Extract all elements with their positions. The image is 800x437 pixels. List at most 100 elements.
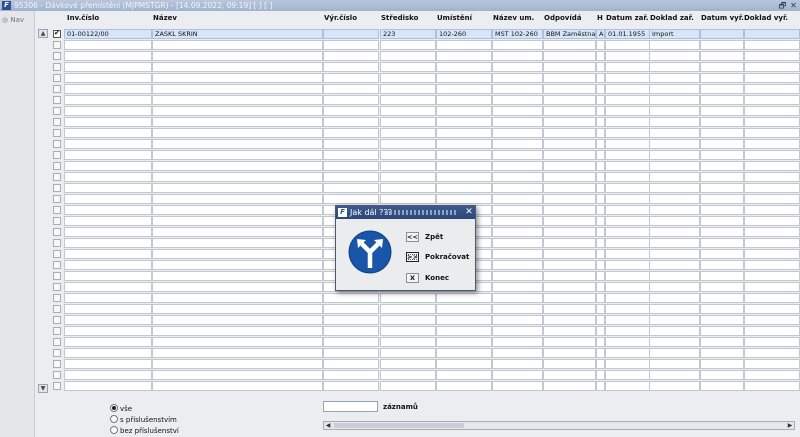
cell-nazev-um[interactable] <box>492 51 543 61</box>
cell-nazev-um[interactable] <box>492 238 543 248</box>
cell-vyr-cislo[interactable] <box>323 40 379 50</box>
cell-stredisko[interactable] <box>380 106 436 116</box>
cell-datum-zar[interactable] <box>605 95 650 105</box>
table-row[interactable] <box>35 326 800 337</box>
cell-doklad-zar[interactable] <box>649 62 700 72</box>
cell-doklad-zar[interactable] <box>649 282 700 292</box>
cell-datum-vyr[interactable] <box>700 381 744 391</box>
cell-inv-cislo[interactable] <box>64 370 152 380</box>
cell-nazev-um[interactable] <box>492 172 543 182</box>
cell-stredisko[interactable] <box>380 337 436 347</box>
cell-h[interactable] <box>596 304 605 314</box>
cell-doklad-vyr[interactable] <box>744 205 800 215</box>
row-checkbox[interactable] <box>53 184 61 192</box>
cell-doklad-zar[interactable] <box>649 84 700 94</box>
cell-doklad-vyr[interactable] <box>744 139 800 149</box>
sidebar-item-nav[interactable]: ◎ Nav <box>2 16 24 24</box>
cell-datum-zar[interactable] <box>605 216 650 226</box>
cell-doklad-zar[interactable] <box>649 73 700 83</box>
cell-datum-zar[interactable] <box>605 370 650 380</box>
cell-doklad-vyr[interactable] <box>744 128 800 138</box>
cell-datum-zar[interactable] <box>605 238 650 248</box>
cell-odpovida[interactable] <box>543 172 596 182</box>
scroll-up-button[interactable]: ▲ <box>38 29 48 38</box>
cell-odpovida[interactable] <box>543 337 596 347</box>
cell-odpovida[interactable] <box>543 128 596 138</box>
cell-datum-vyr[interactable] <box>700 216 744 226</box>
cell-nazev-um[interactable] <box>492 216 543 226</box>
column-header-umisteni[interactable]: Umístění <box>437 14 492 22</box>
cell-datum-zar[interactable] <box>605 282 650 292</box>
cell-h[interactable] <box>596 161 605 171</box>
dialog-close-button[interactable]: ✕ <box>464 207 474 217</box>
cell-inv-cislo[interactable] <box>64 271 152 281</box>
row-checkbox[interactable] <box>53 327 61 335</box>
row-checkbox[interactable] <box>53 52 61 60</box>
cell-vyr-cislo[interactable] <box>323 183 379 193</box>
row-checkbox[interactable] <box>53 85 61 93</box>
cell-datum-zar[interactable] <box>605 117 650 127</box>
cell-h[interactable] <box>596 216 605 226</box>
row-checkbox[interactable] <box>53 162 61 170</box>
cell-h[interactable] <box>596 172 605 182</box>
cell-umisteni[interactable] <box>436 337 492 347</box>
cell-stredisko[interactable] <box>380 51 436 61</box>
cell-nazev[interactable] <box>152 370 323 380</box>
cell-stredisko[interactable] <box>380 62 436 72</box>
row-checkbox[interactable] <box>53 338 61 346</box>
cell-inv-cislo[interactable] <box>64 161 152 171</box>
table-row[interactable] <box>35 315 800 326</box>
cell-inv-cislo[interactable] <box>64 139 152 149</box>
row-checkbox[interactable] <box>53 195 61 203</box>
cell-inv-cislo[interactable] <box>64 304 152 314</box>
cell-nazev-um[interactable]: MST 102-260 <box>492 29 543 39</box>
cell-inv-cislo[interactable] <box>64 73 152 83</box>
cell-nazev[interactable] <box>152 172 323 182</box>
cell-umisteni[interactable] <box>436 84 492 94</box>
cell-nazev-um[interactable] <box>492 271 543 281</box>
table-row[interactable] <box>35 194 800 205</box>
cell-inv-cislo[interactable] <box>64 238 152 248</box>
cell-h[interactable] <box>596 194 605 204</box>
cell-umisteni[interactable] <box>436 348 492 358</box>
cell-umisteni[interactable] <box>436 117 492 127</box>
radio-selected-icon[interactable] <box>110 404 118 412</box>
cell-doklad-zar[interactable] <box>649 326 700 336</box>
cell-stredisko[interactable] <box>380 348 436 358</box>
cell-vyr-cislo[interactable] <box>323 172 379 182</box>
cell-doklad-zar[interactable] <box>649 293 700 303</box>
cell-inv-cislo[interactable] <box>64 106 152 116</box>
cell-stredisko[interactable] <box>380 117 436 127</box>
cell-datum-zar[interactable] <box>605 51 650 61</box>
cell-datum-zar[interactable] <box>605 249 650 259</box>
cell-stredisko[interactable] <box>380 359 436 369</box>
cell-nazev-um[interactable] <box>492 227 543 237</box>
row-checkbox[interactable] <box>53 118 61 126</box>
filter-option-without-accessories[interactable]: bez příslušenství <box>110 426 179 435</box>
cell-nazev[interactable] <box>152 304 323 314</box>
cell-h[interactable] <box>596 271 605 281</box>
filter-option-all[interactable]: vše <box>110 404 132 413</box>
cell-vyr-cislo[interactable] <box>323 194 379 204</box>
cell-datum-zar[interactable] <box>605 139 650 149</box>
cell-umisteni[interactable] <box>436 304 492 314</box>
cell-nazev[interactable] <box>152 260 323 270</box>
table-row[interactable] <box>35 117 800 128</box>
cell-datum-vyr[interactable] <box>700 205 744 215</box>
cell-stredisko[interactable] <box>380 150 436 160</box>
cell-stredisko[interactable] <box>380 315 436 325</box>
cell-doklad-zar[interactable] <box>649 216 700 226</box>
table-row[interactable] <box>35 128 800 139</box>
cell-datum-vyr[interactable] <box>700 40 744 50</box>
cell-stredisko[interactable] <box>380 172 436 182</box>
cell-nazev[interactable] <box>152 106 323 116</box>
cell-vyr-cislo[interactable] <box>323 161 379 171</box>
cell-nazev-um[interactable] <box>492 348 543 358</box>
cell-inv-cislo[interactable] <box>64 249 152 259</box>
cell-h[interactable] <box>596 62 605 72</box>
cell-stredisko[interactable] <box>380 370 436 380</box>
cell-h[interactable] <box>596 106 605 116</box>
table-row[interactable] <box>35 381 800 392</box>
table-row[interactable] <box>35 139 800 150</box>
table-row[interactable] <box>35 370 800 381</box>
